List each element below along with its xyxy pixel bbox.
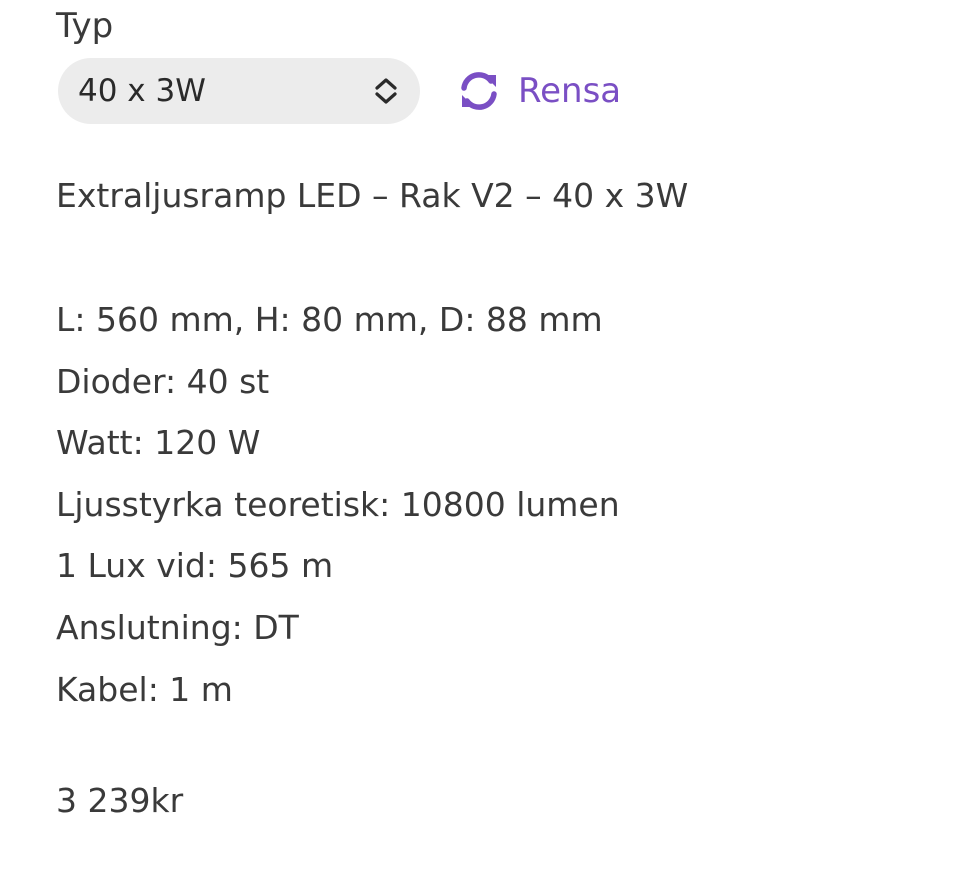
spec-item: Watt: 120 W [56,423,261,463]
type-select[interactable]: 40 x 3W [58,58,420,124]
spec-item: Anslutning: DT [56,607,299,647]
variation-row: 40 x 3W Rensa [58,58,621,124]
reset-label: Rensa [518,71,622,111]
reset-variations-button[interactable]: Rensa [458,71,621,111]
spec-item: Ljusstyrka teoretisk: 10800 lumen [56,484,620,524]
spec-item: 1 Lux vid: 565 m [56,546,334,586]
spec-item: Dioder: 40 st [56,361,270,401]
variation-description: Extraljusramp LED – Rak V2 – 40 x 3W [56,176,689,215]
variation-label: Typ [56,6,114,46]
refresh-icon [458,71,518,111]
price: 3 239kr [56,781,184,820]
type-select-value: 40 x 3W [78,73,206,109]
chevron-up-down-icon [372,76,400,106]
spec-list: L: 560 mm, H: 80 mm, D: 88 mm Dioder: 40… [56,289,620,720]
spec-item: Kabel: 1 m [56,669,233,709]
spec-item: L: 560 mm, H: 80 mm, D: 88 mm [56,300,603,339]
